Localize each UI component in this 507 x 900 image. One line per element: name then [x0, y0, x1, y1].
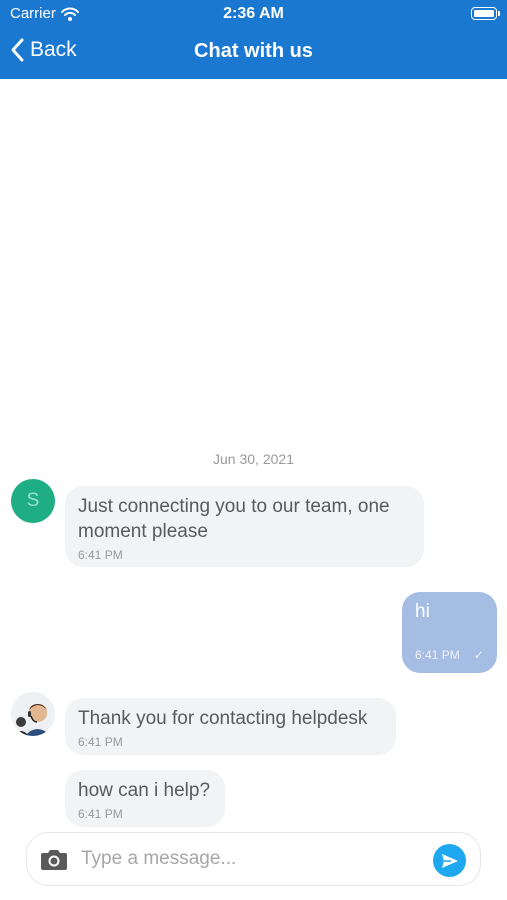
send-button[interactable] — [433, 844, 466, 877]
message-meta: 6:41 PM ✓ — [415, 647, 484, 663]
message-bubble-outgoing[interactable]: hi 6:41 PM ✓ — [402, 592, 497, 673]
message-time: 6:41 PM — [78, 735, 123, 749]
message-time: 6:41 PM — [415, 648, 460, 662]
message-composer — [26, 832, 481, 886]
message-text: Thank you for contacting helpdesk — [78, 708, 368, 729]
message-bubble-incoming[interactable]: Thank you for contacting helpdesk 6:41 P… — [65, 698, 396, 755]
bot-avatar-letter: S — [26, 490, 40, 511]
camera-icon[interactable] — [40, 847, 68, 871]
nav-bar: Back Chat with us — [0, 28, 507, 79]
message-text: hi — [415, 601, 430, 622]
status-time: 2:36 AM — [223, 5, 284, 22]
message-bubble-incoming[interactable]: Just connecting you to our team, one mom… — [65, 486, 424, 567]
app-header: Carrier 2:36 AM Back Chat with us — [0, 0, 507, 79]
bot-avatar: S — [11, 479, 55, 523]
page-title: Chat with us — [194, 40, 313, 62]
check-icon: ✓ — [473, 648, 484, 662]
message-text: how can i help? — [78, 780, 211, 801]
agent-avatar-image — [11, 692, 55, 736]
date-separator: Jun 30, 2021 — [213, 451, 294, 467]
battery-icon — [471, 7, 500, 20]
send-icon — [441, 853, 458, 868]
message-bubble-incoming[interactable]: how can i help? 6:41 PM — [65, 770, 225, 827]
status-bar: Carrier 2:36 AM — [0, 0, 507, 28]
message-input[interactable] — [81, 841, 421, 877]
agent-avatar — [11, 692, 55, 736]
message-text: Just connecting you to our team, one mom… — [78, 496, 390, 542]
message-time: 6:41 PM — [78, 807, 123, 821]
message-time: 6:41 PM — [78, 548, 123, 562]
